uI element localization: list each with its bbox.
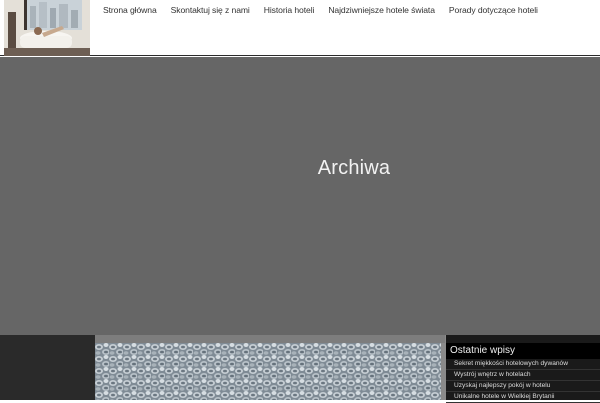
recent-posts-list: Sekret miękkości hotelowych dywanów Wyst… [446,359,600,403]
hotel-bathtub-photo-icon [4,0,90,56]
featured-post-image[interactable] [95,343,441,400]
carpet-texture-photo-icon [95,343,441,400]
site-header: Strona główna Skontaktuj się z nami Hist… [0,0,600,56]
recent-post-link[interactable]: Wystrój wnętrz w hotelach [446,370,600,381]
recent-posts-title: Ostatnie wpisy [446,343,600,359]
site-logo[interactable] [4,0,90,56]
page-title: Archiwa [317,157,391,179]
main-nav: Strona główna Skontaktuj się z nami Hist… [96,0,545,20]
nav-item-home[interactable]: Strona główna [96,1,164,19]
nav-item-history[interactable]: Historia hoteli [257,1,322,19]
left-column [0,335,95,400]
recent-post-link[interactable]: Uzyskaj najlepszy pokój w hotelu [446,381,600,392]
nav-item-hotel-tips[interactable]: Porady dotyczące hoteli [442,1,545,19]
nav-item-weirdest-hotels[interactable]: Najdziwniejsze hotele świata [321,1,442,19]
archive-hero: Archiwa [0,57,600,335]
recent-post-link[interactable]: Sekret miękkości hotelowych dywanów [446,359,600,370]
content-area: Ostatnie wpisy Sekret miękkości hotelowy… [0,335,600,403]
content-top-strip [95,335,445,343]
recent-post-link[interactable]: Unikalne hotele w Wielkiej Brytanii [446,392,600,403]
sidebar: Ostatnie wpisy Sekret miękkości hotelowy… [446,335,600,403]
nav-item-contact[interactable]: Skontaktuj się z nami [164,1,257,19]
